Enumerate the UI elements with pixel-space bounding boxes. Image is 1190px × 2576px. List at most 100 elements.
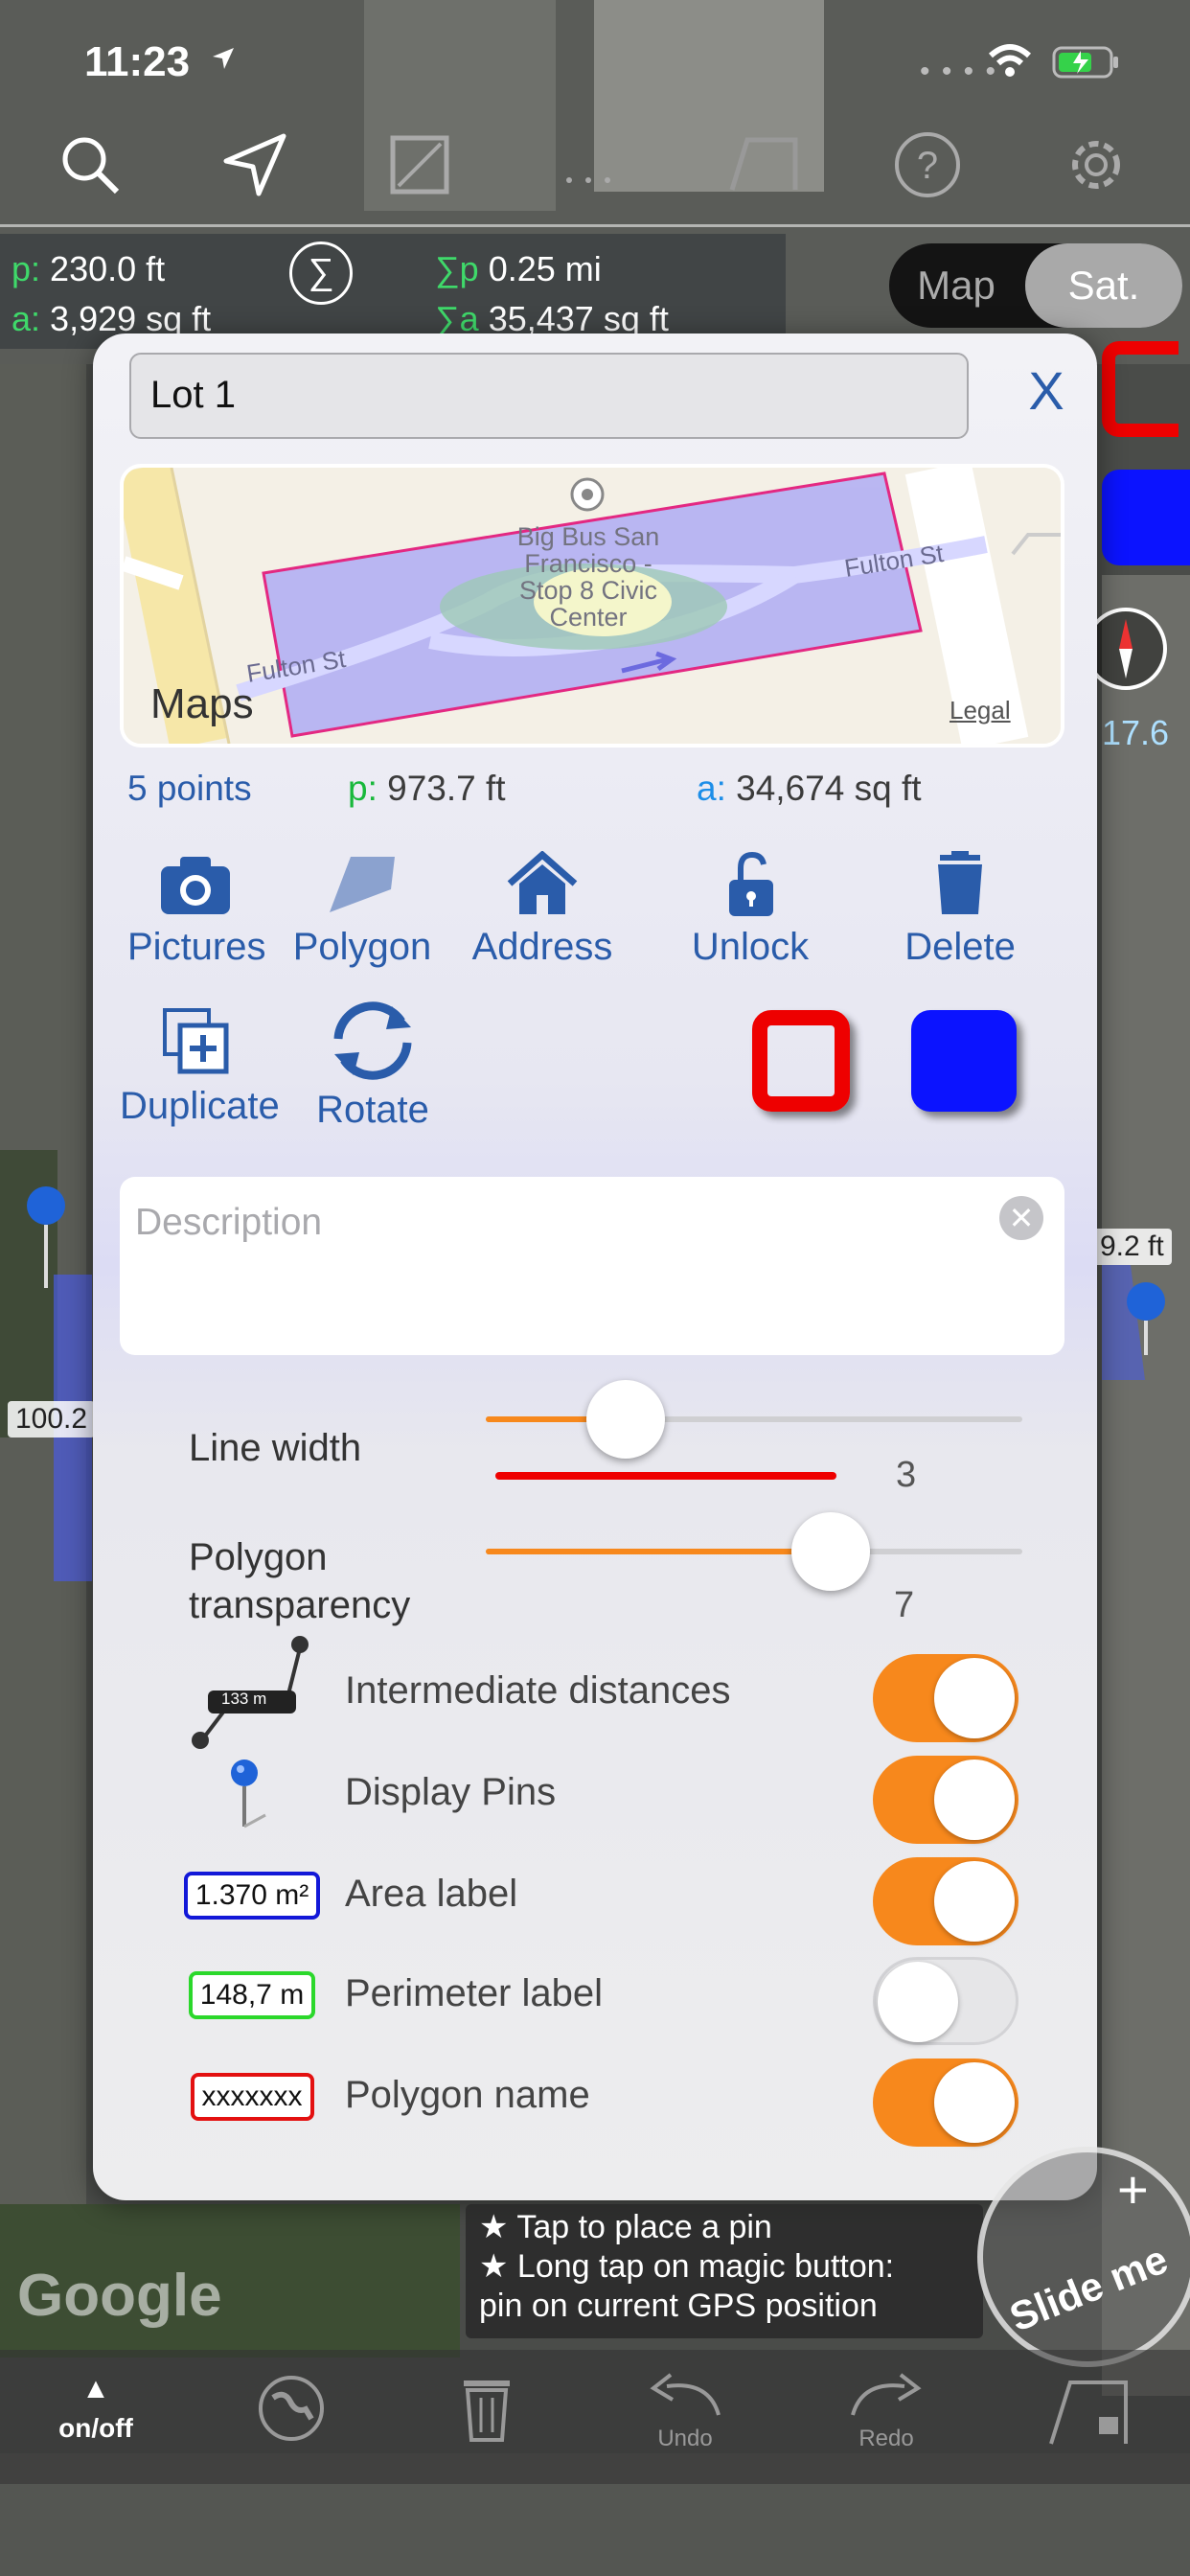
polygon-name-toggle[interactable] (873, 2058, 1018, 2147)
satellite-option[interactable]: Sat. (1025, 243, 1182, 328)
perimeter-label-toggle[interactable] (873, 1957, 1018, 2045)
clear-icon[interactable]: ✕ (999, 1196, 1043, 1240)
lock-polygon-icon[interactable] (1041, 2373, 1136, 2456)
perimeter-value: p: 973.7 ft (348, 769, 506, 808)
sum-button[interactable]: ∑ (289, 242, 353, 305)
map-pin-icon[interactable] (19, 1184, 73, 1290)
option-label: Display Pins (345, 1771, 557, 1813)
fill-color-side-button[interactable] (1102, 470, 1190, 565)
transparency-value: 7 (894, 1585, 915, 1625)
map-option[interactable]: Map (889, 243, 1023, 328)
polygon-name-input[interactable]: Lot 1 (129, 353, 969, 439)
legal-link[interactable]: Legal (950, 696, 1011, 725)
fill-color-picker[interactable] (911, 1010, 1017, 1112)
close-button[interactable]: X (1013, 353, 1080, 429)
polygon-button[interactable]: Polygon (290, 851, 434, 969)
undo-button[interactable]: Undo (632, 2373, 738, 2452)
svg-text:?: ? (917, 145, 938, 187)
perimeter-label-badge: 148,7 m (185, 1947, 319, 2043)
area-label-badge: 1.370 m² (183, 1848, 321, 1944)
rotate-button[interactable]: Rotate (306, 1000, 440, 1132)
map-distance-label: 9.2 ft (1092, 1229, 1172, 1265)
more-icon[interactable] (548, 125, 629, 205)
description-placeholder: Description (135, 1202, 323, 1243)
hint-box: ★ Tap to place a pin ★ Long tap on magic… (466, 2204, 983, 2338)
trash-icon (938, 851, 982, 914)
measurement-stats-bar: p: 230.0 ft a: 3,929 sq ft ∑p 0.25 mi ∑a… (0, 234, 786, 349)
undo-label: Undo (657, 2426, 713, 2451)
google-watermark: Google (17, 2263, 222, 2329)
battery-icon (1052, 46, 1121, 83)
duplicate-button[interactable]: Duplicate (120, 1006, 280, 1128)
option-area-label: 1.370 m² Area label (93, 1848, 1097, 1945)
map-pin-icon[interactable] (1119, 1280, 1173, 1357)
duplicate-icon (163, 1008, 229, 1074)
option-label: Polygon name (345, 2074, 590, 2116)
polygon-preview-map[interactable]: Big Bus San Francisco - Stop 8 Civic Cen… (120, 464, 1064, 748)
toolbar-divider (0, 224, 1190, 227)
status-bar: 11:23 • • • • (0, 38, 1190, 96)
location-arrow-icon (209, 44, 238, 78)
description-field[interactable]: Description ✕ (120, 1177, 1064, 1355)
transparency-slider[interactable] (486, 1549, 1022, 1554)
unlock-button[interactable]: Unlock (683, 851, 817, 969)
gear-icon[interactable] (1056, 125, 1136, 205)
globe-icon[interactable] (251, 2373, 332, 2450)
delete-button[interactable]: Delete (896, 851, 1024, 969)
help-icon[interactable]: ? (887, 125, 968, 205)
option-display-pins: Display Pins (93, 1746, 1097, 1844)
side-value-label: 17.6 (1102, 713, 1170, 752)
intermediate-distance-icon: 133 m (173, 1625, 327, 1760)
trash-icon[interactable] (446, 2373, 527, 2450)
option-label: Intermediate distances (345, 1669, 731, 1712)
wifi-icon (987, 44, 1033, 83)
map-distance-label: 100.2 (8, 1401, 96, 1438)
transparency-label-line2: transparency (189, 1584, 411, 1626)
search-icon[interactable] (50, 125, 130, 205)
pictures-button[interactable]: Pictures (127, 851, 266, 969)
line-color-side-button[interactable] (1102, 341, 1179, 437)
apple-maps-logo: Maps (150, 680, 254, 727)
line-width-preview (495, 1472, 836, 1480)
bottom-toolbar: ▲ on/off Undo Redo (0, 2350, 1190, 2484)
line-color-picker[interactable] (752, 1010, 850, 1112)
line-width-slider[interactable] (486, 1416, 1022, 1422)
top-toolbar: ? (0, 125, 1190, 230)
redo-label: Redo (858, 2426, 914, 2451)
polygon-name-badge: xxxxxxx (185, 2049, 319, 2145)
polygon-detail-panel: Lot 1 X Big Bus San Francisco - Stop 8 C… (93, 334, 1097, 2200)
option-intermediate-distances: 133 m Intermediate distances (93, 1636, 1097, 1749)
onoff-button[interactable]: ▲ on/off (48, 2373, 144, 2444)
line-width-value: 3 (896, 1455, 917, 1495)
option-label: Area label (345, 1873, 518, 1915)
house-icon (507, 851, 578, 914)
cellular-signal-icon: • • • • (920, 56, 998, 87)
total-perimeter-stat: ∑p 0.25 mi (435, 249, 602, 288)
option-perimeter-label: 148,7 m Perimeter label (93, 1947, 1097, 2045)
poi-label: Big Bus San Francisco - Stop 8 Civic Cen… (516, 522, 660, 632)
rotate-icon (333, 1001, 412, 1080)
status-time: 11:23 (84, 38, 191, 85)
polygon-tool-icon[interactable] (724, 125, 805, 205)
unlock-icon (729, 851, 773, 916)
pin-icon (185, 1746, 319, 1842)
line-width-slider-thumb[interactable] (586, 1380, 665, 1459)
intermediate-distances-toggle[interactable] (873, 1654, 1018, 1742)
redo-button[interactable]: Redo (834, 2373, 939, 2452)
polygon-info-row: 5 points p: 973.7 ft a: 34,674 sq ft (127, 769, 1066, 816)
points-count: 5 points (127, 769, 252, 808)
perimeter-stat: p: 230.0 ft (11, 249, 166, 288)
map-type-toggle: Map Sat. (889, 243, 1182, 328)
polygon-shape-icon (330, 857, 395, 912)
display-pins-toggle[interactable] (873, 1756, 1018, 1844)
line-width-label: Line width (189, 1427, 362, 1469)
address-button[interactable]: Address (470, 851, 614, 969)
measure-tool-icon[interactable] (379, 125, 460, 205)
option-polygon-name: xxxxxxx Polygon name (93, 2049, 1097, 2147)
magic-slide-button[interactable]: + Slide me (977, 2147, 1190, 2367)
area-value: a: 34,674 sq ft (697, 769, 922, 808)
transparency-slider-thumb[interactable] (791, 1512, 870, 1591)
camera-icon (161, 857, 230, 914)
navigation-arrow-icon[interactable] (215, 125, 295, 205)
area-label-toggle[interactable] (873, 1857, 1018, 1945)
